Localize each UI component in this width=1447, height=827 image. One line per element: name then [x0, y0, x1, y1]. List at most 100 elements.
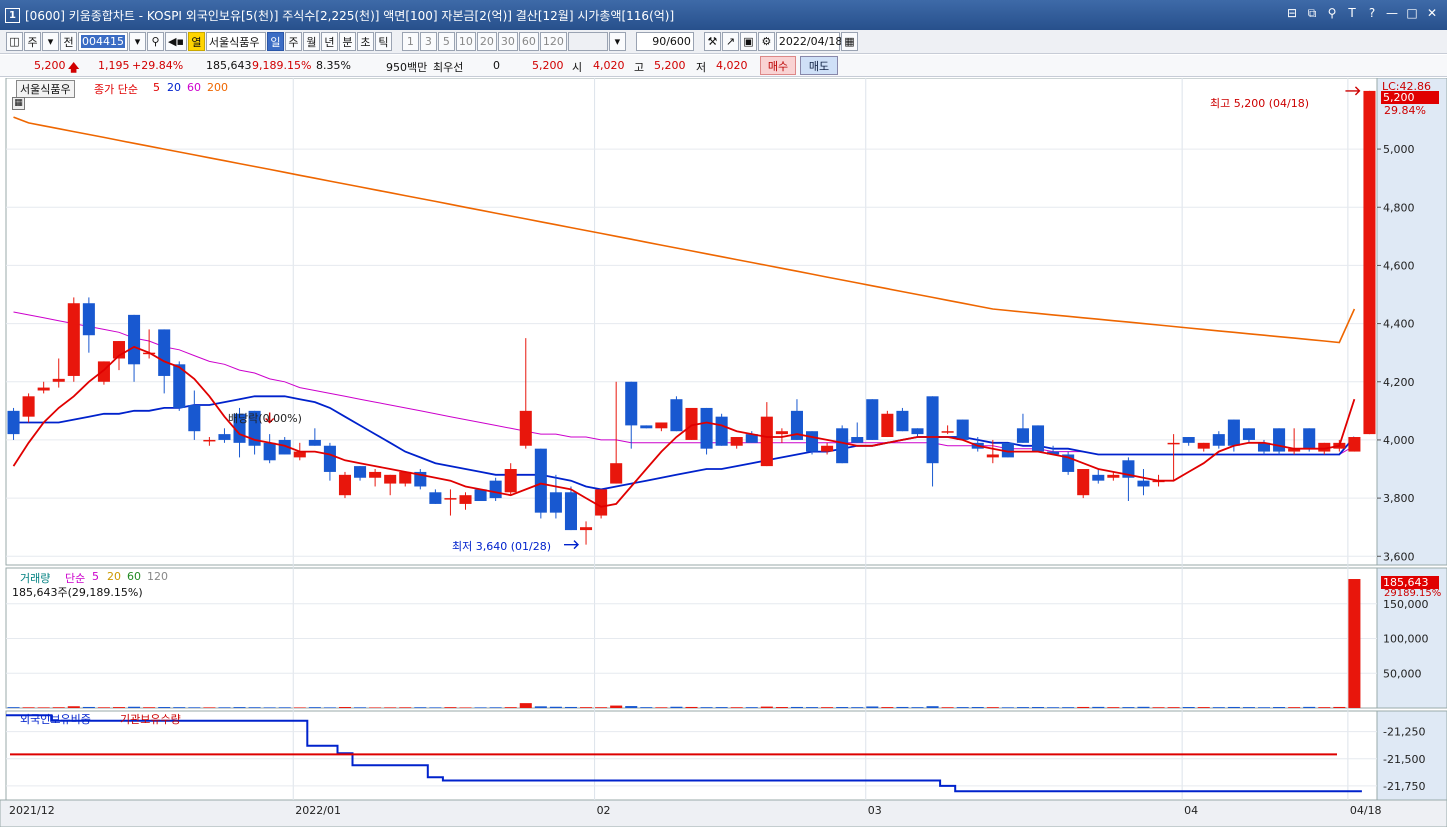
- date-input[interactable]: 2022/04/18: [775, 32, 842, 51]
- market-period-select[interactable]: 주: [24, 32, 41, 51]
- text-size-icon[interactable]: T: [1345, 6, 1359, 21]
- candle-body: [610, 463, 623, 484]
- stock-legend-label[interactable]: 서울식품우: [16, 80, 75, 98]
- tab-second[interactable]: 초: [356, 32, 374, 51]
- stock-code-input[interactable]: 004415: [78, 32, 128, 51]
- volume-bar: [730, 707, 743, 708]
- grid-icon[interactable]: ▦: [12, 97, 25, 110]
- volume-bar: [745, 707, 758, 708]
- close-icon[interactable]: ✕: [1425, 6, 1439, 21]
- volume-bar: [173, 707, 186, 708]
- last-pct-label: 29.84%: [1384, 104, 1426, 117]
- indicator-icon[interactable]: ⚒: [703, 32, 721, 51]
- candle-body: [1348, 437, 1361, 452]
- maximize-icon[interactable]: □: [1405, 6, 1419, 21]
- candle-body: [1182, 437, 1195, 443]
- candle-body: [158, 329, 171, 376]
- minute-1[interactable]: 1: [401, 32, 419, 51]
- candle-body: [1137, 480, 1150, 487]
- volume-bar: [806, 707, 819, 708]
- open-price: 4,020: [593, 59, 625, 72]
- tab-day[interactable]: 일: [266, 32, 284, 51]
- minute-3[interactable]: 3: [419, 32, 437, 51]
- candle-body: [97, 361, 110, 382]
- candle-body: [821, 445, 834, 452]
- x-tick-label: 03: [868, 804, 882, 817]
- chart-toolbar: ◫ 주 ▾ 전 004415 ▾ ⚲ ◀▪ 열 서울식품우 일 주 월 년 분 …: [0, 30, 1447, 54]
- window-number-badge: 1: [5, 7, 20, 23]
- minimize-icon[interactable]: —: [1385, 6, 1399, 21]
- volume-bar: [1047, 707, 1060, 708]
- volume-bar: [700, 707, 713, 708]
- minute-10[interactable]: 10: [455, 32, 476, 51]
- vol-ma120-legend: 120: [147, 570, 168, 583]
- volume-bar: [1182, 707, 1195, 708]
- interval-input[interactable]: [567, 32, 608, 51]
- candle-body: [489, 480, 502, 499]
- minute-60[interactable]: 60: [518, 32, 539, 51]
- best-bid-value: 0: [493, 59, 500, 72]
- volume-bar: [369, 707, 382, 708]
- volume-bar: [52, 707, 65, 708]
- minute-5[interactable]: 5: [437, 32, 455, 51]
- volume-bar: [549, 706, 562, 708]
- candle-body: [188, 405, 201, 432]
- volume-bar: [971, 707, 984, 708]
- chart-area[interactable]: 2021/12 2022/01 02 03 04 04/18 5,000 4,800 4,600…: [0, 78, 1447, 827]
- price-tick-label: 4,000: [1383, 434, 1415, 447]
- save-icon[interactable]: ▣: [739, 32, 757, 51]
- volume-bar: [218, 707, 231, 708]
- sound-icon[interactable]: ◀▪: [165, 32, 187, 51]
- candle-body: [730, 437, 743, 446]
- volume-tick-label: 100,000: [1383, 633, 1429, 646]
- chart-svg[interactable]: 2021/12 2022/01 02 03 04 04/18 5,000 4,800 4,600…: [0, 78, 1447, 827]
- panel-frame: [5, 710, 1378, 801]
- volume-bar: [1257, 707, 1271, 708]
- ma200-legend: 200: [207, 81, 228, 94]
- volume-bar: [1303, 706, 1316, 708]
- volume-summary: 185,643주(29,189.15%): [12, 586, 143, 599]
- minute-30[interactable]: 30: [497, 32, 518, 51]
- candle-body: [941, 431, 954, 433]
- sell-button[interactable]: 매도: [800, 56, 838, 75]
- tab-year[interactable]: 년: [320, 32, 338, 51]
- low-label: 저: [696, 61, 707, 74]
- minute-120[interactable]: 120: [539, 32, 567, 51]
- buy-button[interactable]: 매수: [760, 56, 796, 75]
- search-icon[interactable]: ⚲: [147, 32, 164, 51]
- chevron-down-icon[interactable]: ▾: [42, 32, 59, 51]
- window-titlebar: 1 [0600] 키움종합차트 - KOSPI 외국인보유[5(천)] 주식수[…: [0, 0, 1447, 30]
- stock-name-field[interactable]: 서울식품우: [205, 32, 266, 51]
- layout-icon[interactable]: ⊟: [1285, 6, 1299, 21]
- gear-icon[interactable]: ⚙: [757, 32, 775, 51]
- volume-bar: [670, 706, 683, 708]
- restore-window-icon[interactable]: ⧉: [1305, 6, 1319, 21]
- tab-month[interactable]: 월: [302, 32, 320, 51]
- code-dropdown-icon[interactable]: ▾: [129, 32, 146, 51]
- candle-body: [22, 396, 35, 417]
- candle-body: [655, 422, 668, 429]
- pin-icon[interactable]: ⚲: [1325, 6, 1339, 21]
- volume-bar: [158, 707, 171, 708]
- candle-body: [263, 442, 276, 461]
- tab-tick[interactable]: 틱: [374, 32, 392, 51]
- foreign-ratio-line: [6, 714, 1362, 793]
- volume-bar: [233, 707, 246, 708]
- tab-minute[interactable]: 분: [338, 32, 356, 51]
- volume-bar: [760, 706, 773, 708]
- candle-body: [1016, 428, 1029, 443]
- candle-body: [128, 314, 141, 365]
- draw-tool-icon[interactable]: ↗: [721, 32, 739, 51]
- x-axis-bar: [0, 799, 1447, 827]
- col-button[interactable]: 열: [187, 32, 205, 51]
- count-input[interactable]: 90/600: [635, 32, 694, 51]
- volume-bar: [1167, 707, 1180, 708]
- calendar-icon[interactable]: ▦: [840, 32, 858, 51]
- chart-type-icon[interactable]: ◫: [6, 32, 23, 51]
- tab-week[interactable]: 주: [284, 32, 302, 51]
- range-button[interactable]: 전: [60, 32, 77, 51]
- foreign-tick-label: -21,500: [1383, 753, 1425, 766]
- help-icon[interactable]: ?: [1365, 6, 1379, 21]
- interval-dropdown-icon[interactable]: ▾: [608, 32, 626, 51]
- minute-20[interactable]: 20: [476, 32, 497, 51]
